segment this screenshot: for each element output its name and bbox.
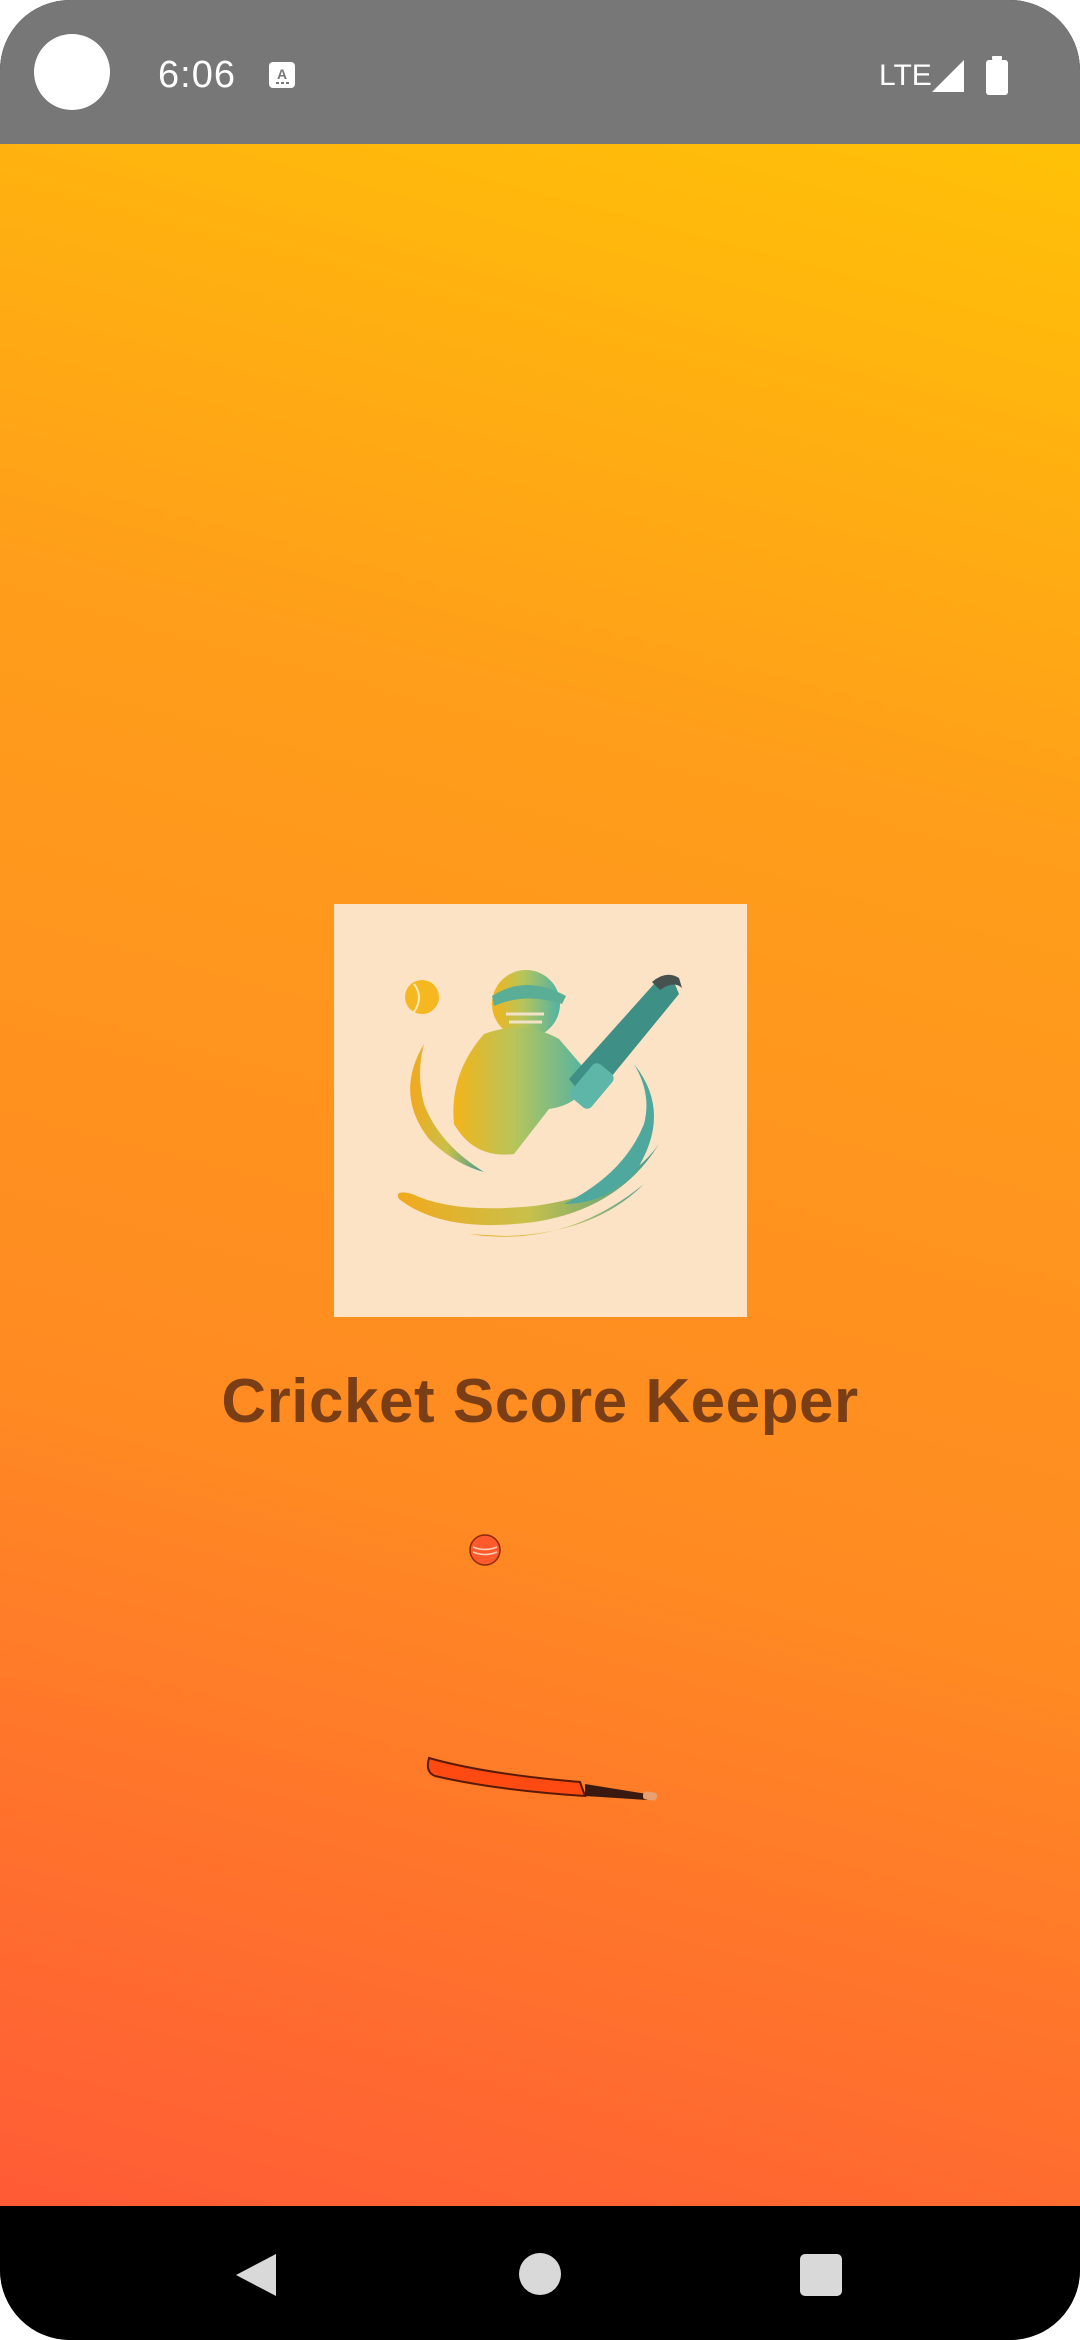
device-frame: 6:06 A LTE Cricket Score Keeper: [0, 0, 1080, 2340]
app-title: Cricket Score Keeper: [221, 1367, 859, 1436]
keyboard-a-icon: A: [269, 62, 295, 88]
network-type: LTE: [879, 59, 932, 92]
splash-screen: Cricket Score Keeper: [0, 144, 1080, 2206]
camera-cutout: [34, 34, 110, 110]
recents-icon[interactable]: [800, 2254, 842, 2296]
cricket-ball-icon: [469, 1534, 501, 1566]
status-bar: 6:06 A LTE: [0, 0, 1080, 144]
signal-icon: [932, 60, 964, 92]
home-icon[interactable]: [519, 2253, 561, 2295]
svg-text:A: A: [277, 66, 287, 82]
cricket-bat-icon: [426, 1756, 658, 1801]
battery-icon: [986, 56, 1008, 95]
cricket-batsman-logo-icon: [334, 904, 747, 1317]
status-time: 6:06: [158, 54, 236, 96]
back-icon[interactable]: [234, 2252, 278, 2298]
